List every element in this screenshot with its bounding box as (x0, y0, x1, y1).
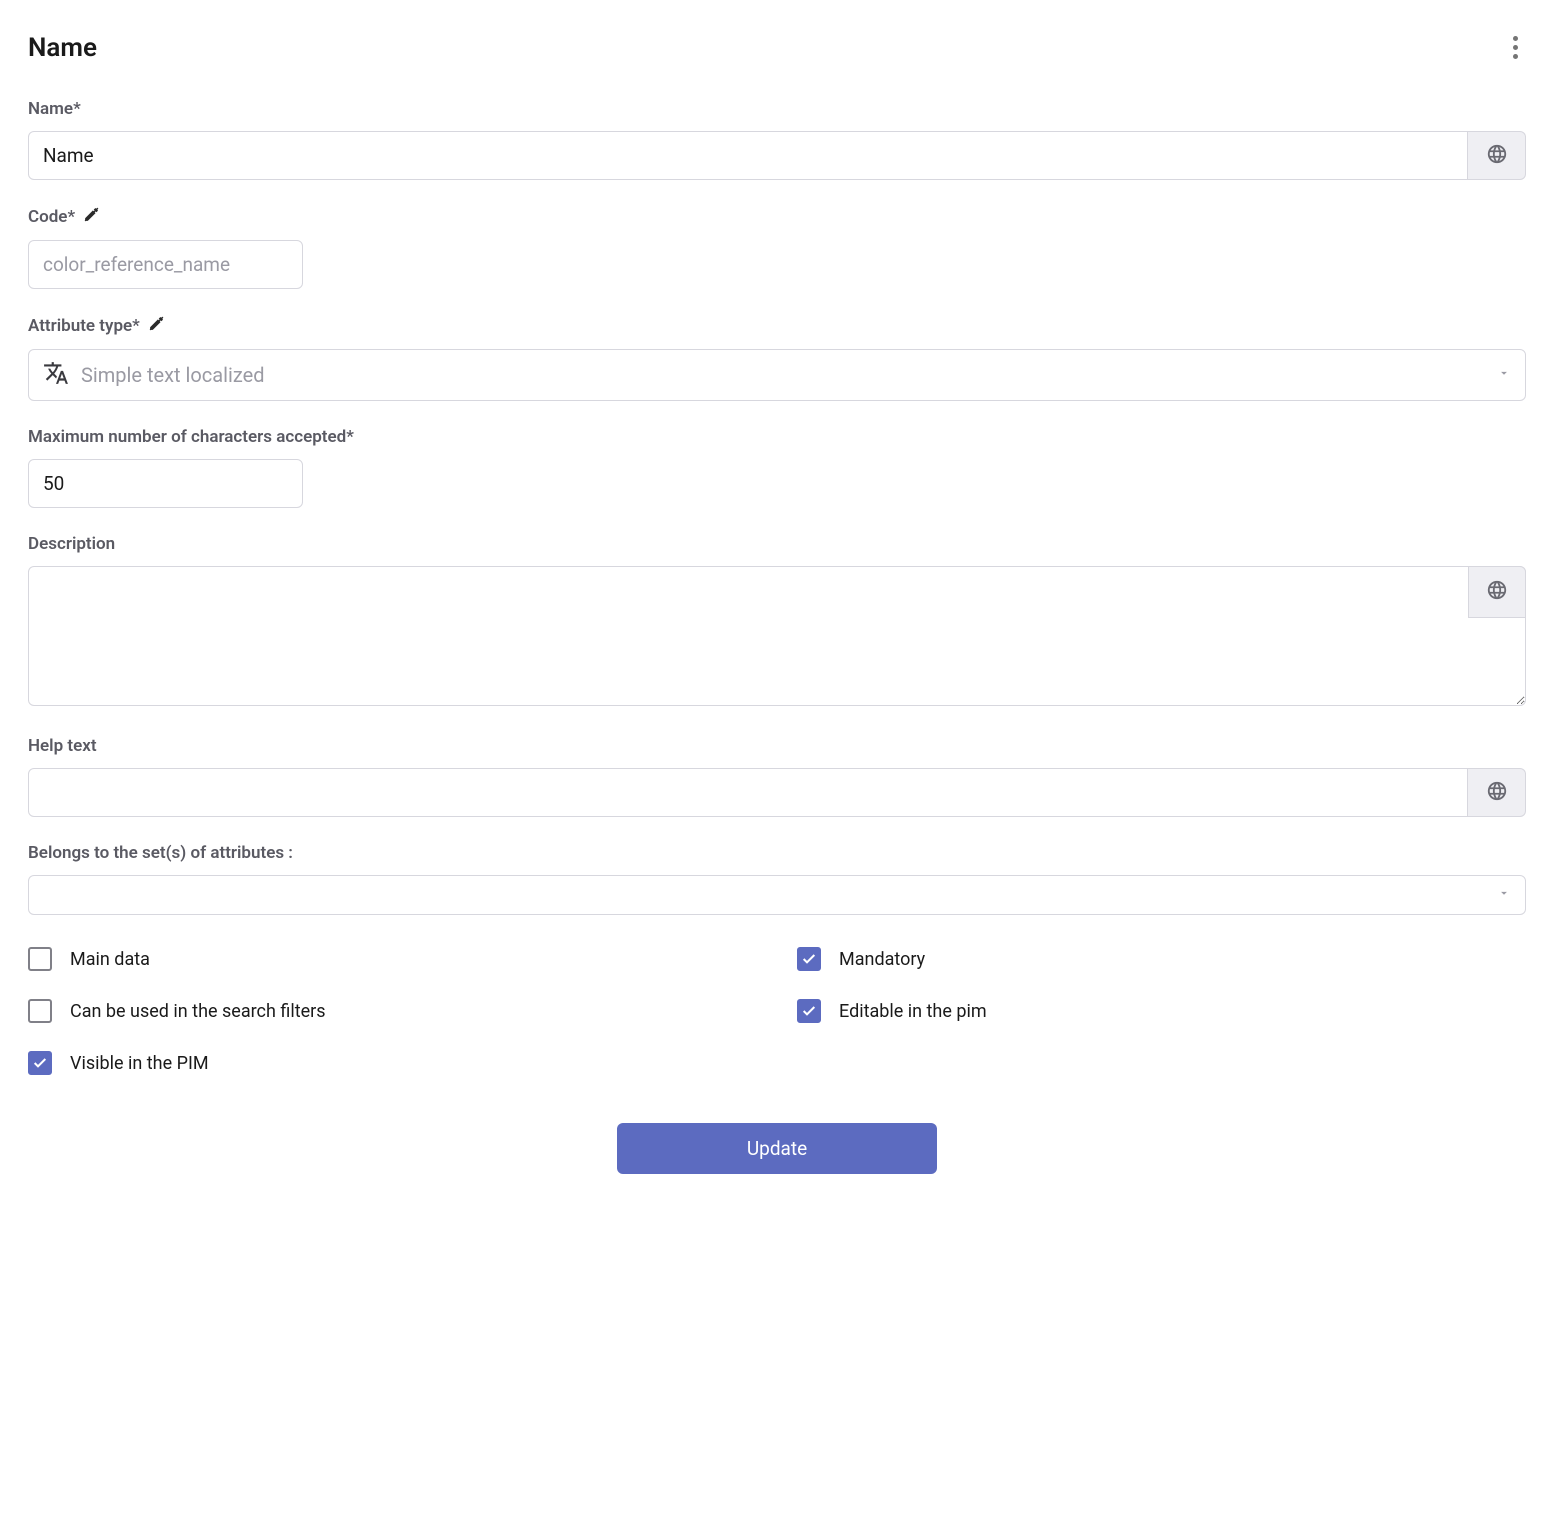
search-filters-label: Can be used in the search filters (70, 1001, 326, 1022)
description-locale-button[interactable] (1468, 566, 1526, 618)
name-input[interactable] (28, 131, 1468, 180)
visible-pim-checkbox[interactable]: Visible in the PIM (28, 1051, 757, 1075)
attribute-type-value: Simple text localized (81, 363, 1485, 387)
code-label: Code* (28, 207, 75, 227)
help-text-input[interactable] (28, 768, 1468, 817)
editable-pim-checkbox[interactable]: Editable in the pim (797, 999, 1526, 1023)
name-locale-button[interactable] (1468, 131, 1526, 180)
more-menu-button[interactable] (1505, 28, 1526, 67)
search-filters-checkbox[interactable]: Can be used in the search filters (28, 999, 757, 1023)
main-data-label: Main data (70, 949, 150, 970)
max-chars-label: Maximum number of characters accepted* (28, 427, 1526, 447)
mandatory-label: Mandatory (839, 949, 925, 970)
max-chars-input[interactable] (28, 459, 303, 508)
editable-pim-label: Editable in the pim (839, 1001, 987, 1022)
attribute-type-label: Attribute type* (28, 316, 140, 336)
name-label: Name* (28, 99, 1526, 119)
page-title: Name (28, 33, 97, 63)
main-data-checkbox[interactable]: Main data (28, 947, 757, 971)
translate-icon (43, 360, 69, 390)
chevron-down-icon (1497, 366, 1511, 384)
description-input[interactable] (28, 566, 1526, 706)
update-button[interactable]: Update (617, 1123, 937, 1174)
belongs-to-label: Belongs to the set(s) of attributes : (28, 843, 1526, 863)
chevron-down-icon (1497, 886, 1511, 904)
visible-pim-label: Visible in the PIM (70, 1053, 209, 1074)
help-text-label: Help text (28, 736, 1526, 756)
help-text-locale-button[interactable] (1468, 768, 1526, 817)
attribute-type-select[interactable]: Simple text localized (28, 349, 1526, 401)
mandatory-checkbox[interactable]: Mandatory (797, 947, 1526, 971)
tools-icon (148, 315, 165, 337)
tools-icon (83, 206, 100, 228)
description-label: Description (28, 534, 1526, 554)
globe-icon (1486, 143, 1508, 169)
globe-icon (1486, 780, 1508, 806)
globe-icon (1486, 579, 1508, 605)
belongs-to-select[interactable] (28, 875, 1526, 915)
code-input[interactable] (28, 240, 303, 289)
